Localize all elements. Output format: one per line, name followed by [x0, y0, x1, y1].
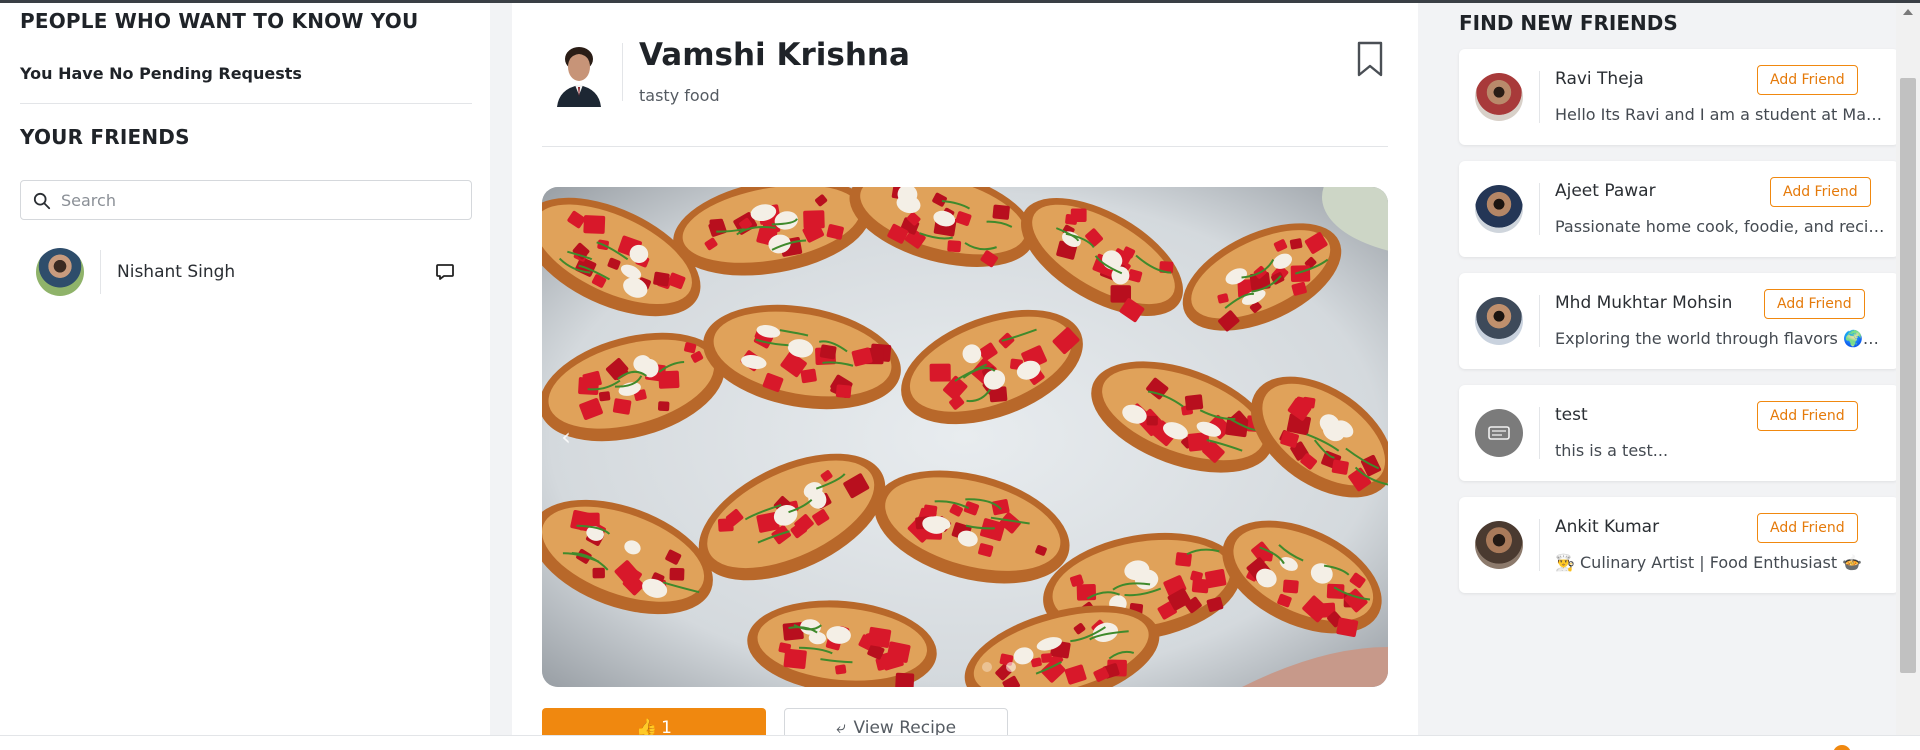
scroll-thumb[interactable]: [1900, 78, 1916, 673]
right-sidebar: FIND NEW FRIENDS Ravi Theja Add Friend H…: [1440, 3, 1899, 735]
your-friends-title: YOUR FRIENDS: [20, 125, 190, 149]
avatar: [36, 248, 84, 296]
suggestion-card: Ajeet Pawar Add Friend Passionate home c…: [1459, 161, 1899, 257]
add-friend-button[interactable]: Add Friend: [1757, 401, 1858, 431]
placeholder-avatar-icon: [1488, 426, 1510, 440]
carousel-indicators: [982, 657, 1030, 676]
add-friend-button[interactable]: Add Friend: [1757, 65, 1858, 95]
no-pending-requests-text: You Have No Pending Requests: [20, 64, 302, 83]
pending-requests-title: PEOPLE WHO WANT TO KNOW YOU: [20, 9, 419, 33]
divider: [1539, 519, 1540, 571]
bottom-bar: [0, 735, 1920, 750]
suggestion-name[interactable]: Ankit Kumar: [1555, 517, 1659, 537]
add-friend-button[interactable]: Add Friend: [1757, 513, 1858, 543]
avatar[interactable]: [1475, 521, 1523, 569]
avatar[interactable]: [1475, 185, 1523, 233]
post-image[interactable]: ‹: [542, 187, 1388, 687]
avatar[interactable]: [1475, 409, 1523, 457]
suggestion-bio: Passionate home cook, foodie, and recipe…: [1555, 217, 1885, 236]
author-avatar[interactable]: [551, 39, 607, 107]
divider: [100, 250, 101, 294]
post-caption: tasty food: [639, 86, 720, 105]
avatar[interactable]: [1475, 73, 1523, 121]
friend-search-box: [20, 180, 472, 220]
add-friend-button[interactable]: Add Friend: [1764, 289, 1865, 319]
avatar[interactable]: [1475, 297, 1523, 345]
suggestion-bio: Exploring the world through flavors 🌍🍽…: [1555, 329, 1885, 348]
message-icon[interactable]: [435, 262, 455, 282]
suggestion-bio: Hello Its Ravi and I am a student at Mas…: [1555, 105, 1885, 124]
search-icon: [33, 192, 51, 210]
feed: Vamshi Krishna tasty food ‹ 👍 1 ⤶ View R…: [512, 3, 1418, 748]
find-friends-title: FIND NEW FRIENDS: [1459, 11, 1678, 35]
carousel-dot[interactable]: [1006, 662, 1016, 672]
suggestion-card: Mhd Mukhtar Mohsin Add Friend Exploring …: [1459, 273, 1899, 369]
friend-name: Nishant Singh: [117, 262, 236, 282]
post-author-name[interactable]: Vamshi Krishna: [639, 37, 910, 73]
divider: [1539, 71, 1540, 123]
divider: [1539, 407, 1540, 459]
search-input[interactable]: [61, 181, 461, 219]
suggestion-name[interactable]: test: [1555, 405, 1588, 425]
add-friend-button[interactable]: Add Friend: [1770, 177, 1871, 207]
bruschetta-image: [542, 187, 1388, 687]
left-sidebar: PEOPLE WHO WANT TO KNOW YOU You Have No …: [0, 3, 490, 735]
carousel-prev-button[interactable]: ‹: [554, 423, 578, 451]
suggestion-name[interactable]: Mhd Mukhtar Mohsin: [1555, 293, 1732, 313]
bookmark-icon[interactable]: [1354, 41, 1386, 77]
suggestion-card: test Add Friend this is a test...: [1459, 385, 1899, 481]
divider: [1539, 183, 1540, 235]
carousel-dot[interactable]: [982, 662, 992, 672]
scroll-up-arrow-icon[interactable]: [1903, 9, 1913, 15]
suggestion-bio: this is a test...: [1555, 441, 1669, 460]
friend-list-item[interactable]: Nishant Singh: [20, 244, 472, 300]
suggestion-bio: 👨‍🍳 Culinary Artist | Food Enthusiast 🍲: [1555, 553, 1863, 572]
divider: [1539, 295, 1540, 347]
divider: [542, 146, 1388, 147]
divider: [20, 103, 472, 104]
page-scrollbar[interactable]: [1896, 3, 1920, 735]
suggestion-card: Ankit Kumar Add Friend 👨‍🍳 Culinary Arti…: [1459, 497, 1899, 593]
suggestion-card: Ravi Theja Add Friend Hello Its Ravi and…: [1459, 49, 1899, 145]
suggestion-name[interactable]: Ajeet Pawar: [1555, 181, 1656, 201]
suggestion-name[interactable]: Ravi Theja: [1555, 69, 1644, 89]
divider: [622, 43, 623, 101]
